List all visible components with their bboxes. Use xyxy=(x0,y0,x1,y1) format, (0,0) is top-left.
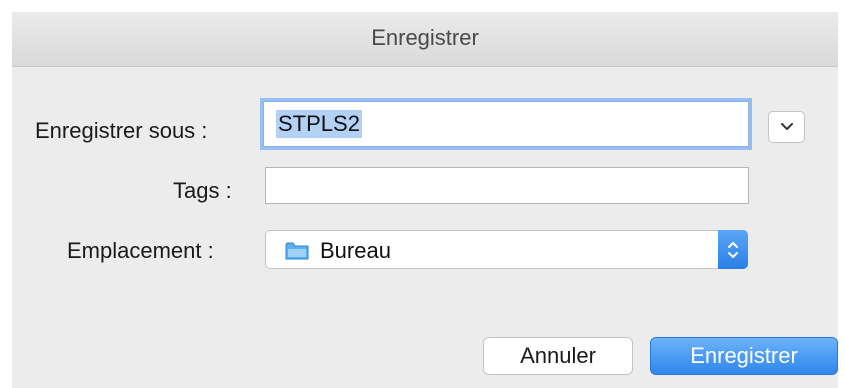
background-margin-top xyxy=(0,0,845,12)
chevron-down-icon xyxy=(781,123,793,130)
cancel-button[interactable]: Annuler xyxy=(483,337,633,375)
save-as-label: Enregistrer sous : xyxy=(35,118,208,143)
save-as-field[interactable]: STPLS2 xyxy=(263,101,749,147)
up-down-arrows-icon xyxy=(728,242,738,258)
location-stepper[interactable] xyxy=(718,230,748,269)
expand-button[interactable] xyxy=(768,111,805,143)
title-bar[interactable]: Enregistrer xyxy=(12,12,838,67)
background-margin-right xyxy=(838,0,845,388)
folder-icon xyxy=(285,242,309,260)
window-title: Enregistrer xyxy=(371,25,479,50)
save-as-value: STPLS2 xyxy=(276,110,362,138)
location-value: Bureau xyxy=(320,238,391,263)
tags-field[interactable] xyxy=(265,167,749,204)
tags-label: Tags : xyxy=(173,178,232,203)
location-popup[interactable]: Bureau xyxy=(265,230,748,269)
background-margin-left xyxy=(0,0,12,388)
save-button[interactable]: Enregistrer xyxy=(650,337,838,375)
save-dialog: Enregistrer Enregistrer sous : STPLS2 Ta… xyxy=(0,0,845,388)
location-label: Emplacement : xyxy=(67,238,214,263)
